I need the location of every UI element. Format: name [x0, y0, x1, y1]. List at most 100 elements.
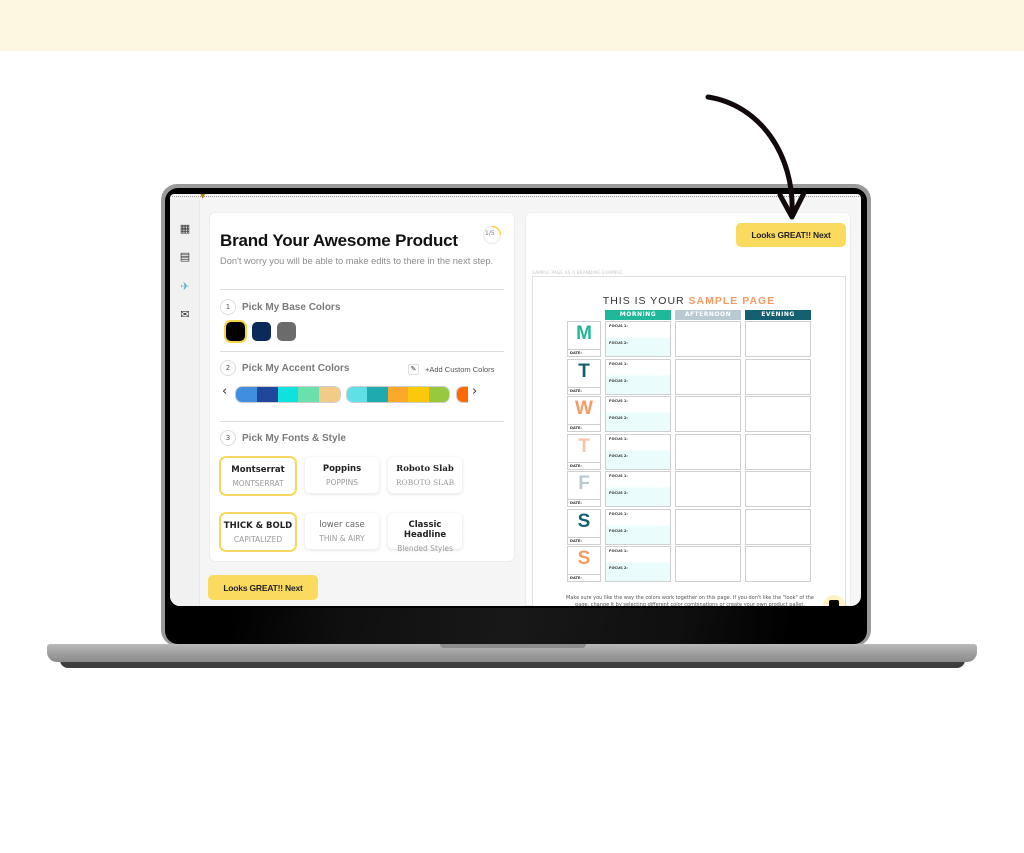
font-option-name: Roboto Slab: [396, 464, 454, 474]
schedule-cell: [675, 321, 741, 357]
schedule-cell: FOCUS 1: FOCUS 2:: [605, 433, 671, 470]
focus-2-label: FOCUS 2:: [609, 341, 628, 345]
palette-color-chip: [256, 387, 278, 402]
palette-color-chip: [319, 387, 340, 402]
step-fonts-style: 3 Pick My Fonts & Style: [220, 430, 346, 446]
progress-label: 1/5: [485, 230, 495, 237]
day-letter: T: [578, 360, 590, 382]
focus-2-label: FOCUS 2:: [609, 566, 628, 570]
focus-2-label: FOCUS 2:: [609, 453, 628, 458]
day-letter: T: [578, 435, 590, 457]
next-button-top[interactable]: Looks GREAT!! Next: [736, 223, 846, 247]
laptop-keyboard-reflection: [230, 608, 790, 644]
day-box: T DATE:: [567, 358, 601, 395]
schedule-cell: [675, 358, 741, 395]
day-letter: M: [576, 323, 592, 344]
step-number: 2: [220, 360, 236, 376]
document-icon[interactable]: ▤: [178, 250, 192, 264]
style-option-lower-case[interactable]: lower case THIN & AIRY: [305, 513, 379, 549]
focus-1-label: FOCUS 1:: [609, 436, 628, 441]
sidebar: ▦ ▤ ✈ ✉: [170, 200, 200, 606]
page-subtitle: Don't worry you will be able to make edi…: [220, 256, 494, 266]
schedule-cell: [745, 396, 811, 432]
font-option-montserrat[interactable]: Montserrat MONTSERRAT: [221, 458, 295, 494]
focus-2-label: FOCUS 2:: [609, 491, 628, 495]
logo-icon: ▼: [200, 194, 206, 200]
focus-1-label: FOCUS 1:: [609, 511, 628, 516]
sample-footer-note: Make sure you like the way the colors wo…: [566, 595, 814, 606]
day-box: W DATE:: [567, 396, 601, 432]
schedule-cell: FOCUS 1: FOCUS 2:: [605, 358, 671, 395]
font-option-sample: POPPINS: [325, 478, 359, 487]
step-label: Pick My Base Colors: [242, 301, 341, 313]
day-letter: S: [577, 510, 591, 532]
pointing-arrow-icon: [705, 94, 807, 220]
add-custom-colors-button[interactable]: ✎ +Add Custom Colors: [408, 364, 494, 375]
style-option-classic-headline[interactable]: Classic Headline Blended Styles: [388, 513, 462, 553]
date-label: DATE:: [568, 461, 600, 469]
schedule-cell: [745, 471, 811, 507]
date-label: DATE:: [568, 349, 600, 356]
schedule-cell: [675, 471, 741, 507]
style-option-sample: Blended Styles: [397, 544, 453, 553]
schedule-cell: [675, 433, 741, 470]
page-title: Brand Your Awesome Product: [220, 231, 458, 250]
accent-palette-1[interactable]: [235, 386, 341, 403]
grid-icon[interactable]: ▦: [178, 222, 192, 236]
mail-icon[interactable]: ✉: [178, 308, 192, 322]
focus-2-label: FOCUS 2:: [609, 528, 628, 533]
schedule-cell: [675, 396, 741, 432]
schedule-cell: FOCUS 1: FOCUS 2:: [605, 508, 671, 545]
focus-2-label: FOCUS 2:: [609, 416, 628, 420]
day-box: S DATE:: [567, 508, 601, 545]
palette-color-chip: [298, 387, 320, 402]
accent-palette-2[interactable]: [346, 386, 450, 403]
palette-next-arrow[interactable]: ›: [472, 385, 477, 399]
chat-icon: [829, 600, 839, 606]
schedule-cell: FOCUS 1: FOCUS 2:: [605, 396, 671, 432]
focus-1-label: FOCUS 1:: [609, 474, 628, 478]
day-letter: W: [575, 398, 593, 419]
schedule-cell: [745, 433, 811, 470]
branding-form-card: Brand Your Awesome Product 1/5 Don't wor…: [209, 212, 515, 562]
schedule-cell: FOCUS 1: FOCUS 2:: [605, 321, 671, 357]
sample-page: THIS IS YOUR SAMPLE PAGE Make sure you l…: [532, 276, 846, 606]
top-banner-band: [0, 0, 1024, 51]
focus-2-label: FOCUS 2:: [609, 378, 628, 383]
date-label: DATE:: [568, 386, 600, 394]
step-number: 1: [220, 299, 236, 315]
day-box: M DATE:: [567, 321, 601, 357]
schedule-cell: FOCUS 1: FOCUS 2:: [605, 471, 671, 507]
column-header-morning: MORNING: [605, 310, 671, 320]
font-option-roboto-slab[interactable]: Roboto Slab ROBOTO SLAB: [388, 457, 462, 493]
palette-color-chip: [236, 387, 257, 402]
base-color-swatch-gray[interactable]: [277, 322, 296, 341]
style-option-thick-bold[interactable]: THICK & BOLD CAPITALIZED: [221, 514, 295, 550]
palette-color-chip: [367, 387, 388, 402]
eyedropper-icon[interactable]: ✎: [408, 364, 419, 375]
font-option-poppins[interactable]: Poppins POPPINS: [305, 457, 379, 493]
step-label: Pick My Fonts & Style: [242, 432, 346, 444]
palette-color-chip: [387, 387, 409, 402]
base-color-swatch-navy[interactable]: [252, 322, 271, 341]
column-header-afternoon: AFTERNOON: [675, 310, 741, 320]
base-color-swatch-black[interactable]: [226, 322, 245, 341]
divider: [220, 351, 504, 352]
accent-palette-3[interactable]: [456, 386, 468, 403]
laptop-notch: [440, 644, 586, 648]
schedule-cell: [675, 546, 741, 582]
style-option-name: THICK & BOLD: [223, 521, 293, 531]
day-letter: F: [578, 473, 590, 494]
style-option-sample: CAPITALIZED: [233, 535, 283, 544]
date-label: DATE:: [568, 499, 600, 506]
step-label: Pick My Accent Colors: [242, 362, 350, 374]
palette-prev-arrow[interactable]: ‹: [222, 385, 227, 399]
font-option-sample: MONTSERRAT: [232, 479, 284, 488]
style-option-sample: THIN & AIRY: [319, 534, 365, 543]
rocket-icon[interactable]: ✈: [178, 280, 192, 294]
day-box: S DATE:: [567, 546, 601, 582]
palette-color-chip: [277, 387, 299, 402]
schedule-cell: FOCUS 1: FOCUS 2:: [605, 546, 671, 582]
next-button-bottom[interactable]: Looks GREAT!! Next: [208, 575, 318, 600]
palette-color-chip: [408, 387, 429, 402]
